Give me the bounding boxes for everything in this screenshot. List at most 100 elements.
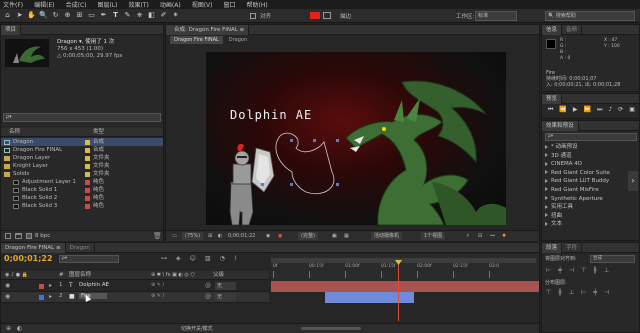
effect-category[interactable]: 实用工具 <box>545 203 637 212</box>
audio-icon[interactable]: ♪ <box>608 106 612 114</box>
interpret-footage-icon[interactable] <box>5 233 11 239</box>
zoom-tool-icon[interactable]: 🔍 <box>39 11 48 20</box>
column-layer-name[interactable]: 图层名称 <box>69 271 91 279</box>
transparency-grid-icon[interactable]: ▦ <box>344 233 349 239</box>
exposure-icon[interactable]: ✹ <box>502 233 506 239</box>
last-frame-icon[interactable]: ⏭ <box>597 106 602 114</box>
expand-triangle-icon[interactable] <box>545 170 548 175</box>
tab-info[interactable]: 信息 <box>542 24 563 35</box>
comp-title-text[interactable]: Dolphin AE <box>230 108 312 122</box>
expand-triangle-icon[interactable] <box>545 213 548 218</box>
type-tool-icon[interactable]: T <box>111 11 120 20</box>
tab-dragon[interactable]: Dragon <box>66 242 95 253</box>
flowchart-icon[interactable]: ⊶ <box>490 233 495 239</box>
menu-effect[interactable]: 效果(T) <box>129 0 149 9</box>
stamp-tool-icon[interactable]: ⎈ <box>135 11 144 20</box>
label-color-swatch[interactable] <box>85 179 90 185</box>
rotate-tool-icon[interactable]: ↻ <box>51 11 60 20</box>
label-color-swatch[interactable] <box>85 139 90 145</box>
grid-icon[interactable]: ⊞ <box>208 233 212 239</box>
project-search-input[interactable]: ρ▾ <box>3 113 161 122</box>
menu-view[interactable]: 视图(V) <box>192 0 213 9</box>
motion-blur-icon[interactable]: ◔ <box>220 255 225 262</box>
bpc-label[interactable]: 8 bpc <box>35 232 50 240</box>
brush-tool-icon[interactable]: ✎ <box>123 11 132 20</box>
current-time-indicator[interactable] <box>398 261 399 321</box>
menu-animation[interactable]: 动画(A) <box>160 0 181 9</box>
comp-flowchart-icon[interactable]: ⊶ <box>161 255 167 262</box>
distribute-top-icon[interactable]: ⊤ <box>546 289 551 296</box>
effect-category[interactable]: Red Giant Color Suite <box>545 169 637 178</box>
parent-select[interactable]: 无 <box>215 282 237 290</box>
tab-preview[interactable]: 预览 <box>542 93 563 104</box>
channel-icon[interactable]: ◐ <box>218 233 222 239</box>
tab-dragon-fire-final[interactable]: Dragon Fire FINAL ≡ <box>1 242 66 253</box>
project-item[interactable]: Black Solid 1 纯色 <box>1 186 163 194</box>
distribute-right-icon[interactable]: ⊣ <box>604 289 609 296</box>
label-color-swatch[interactable] <box>85 195 90 201</box>
expand-triangle-icon[interactable] <box>545 153 548 158</box>
effect-category[interactable]: Synthetic Aperture <box>545 195 637 204</box>
fast-preview-icon[interactable]: ⚡ <box>466 233 470 239</box>
frame-blend-icon[interactable]: ▥ <box>205 255 211 262</box>
menu-composition[interactable]: 合成(C) <box>66 0 87 9</box>
label-color-swatch[interactable] <box>85 203 90 209</box>
next-frame-icon[interactable]: ⏩ <box>584 106 591 114</box>
label-color-swatch[interactable] <box>85 147 90 153</box>
trash-icon[interactable]: 🗑 <box>153 232 162 240</box>
track-bar-fire[interactable] <box>325 292 414 303</box>
align-checkbox[interactable] <box>250 13 256 19</box>
fill-color-swatch[interactable] <box>310 12 320 19</box>
roi-icon[interactable]: ▣ <box>332 233 337 239</box>
menu-edit[interactable]: 编辑(E) <box>34 0 54 9</box>
help-search-input[interactable]: 🔍 搜索帮助 <box>545 11 635 21</box>
camera-tool-icon[interactable]: ⊕ <box>63 11 72 20</box>
graph-editor-icon[interactable]: ⌇ <box>234 255 237 262</box>
effect-category[interactable]: Red Giant LUT Buddy <box>545 177 637 186</box>
layer-switches[interactable]: ⊕ ✎ / <box>151 282 164 288</box>
visibility-eye-icon[interactable]: ◉ <box>5 282 10 289</box>
zoom-slider[interactable] <box>301 327 361 330</box>
comp-viewer-canvas[interactable]: Dolphin AE <box>206 52 506 225</box>
toggle-switches-modes[interactable]: 切换开关/模式 <box>181 325 213 333</box>
timeline-layer-row[interactable]: ◉ ▸ 1 T Dolphin AE ⊕ ✎ / @ 无 <box>1 281 269 292</box>
column-type[interactable]: 类型 <box>93 128 104 136</box>
expand-triangle-icon[interactable] <box>545 161 548 166</box>
effects-search-input[interactable]: ρ▾ <box>545 133 637 141</box>
project-item[interactable]: Black Solid 3 纯色 <box>1 202 163 210</box>
align-center-v-icon[interactable]: ╫ <box>593 267 597 274</box>
expand-triangle-icon[interactable]: ▸ <box>49 293 52 300</box>
loop-icon[interactable]: ⟳ <box>618 106 623 114</box>
effect-category[interactable]: CINEMA 4D <box>545 160 637 169</box>
tab-audio[interactable]: 音频 <box>562 24 583 35</box>
pan-behind-tool-icon[interactable]: ⊞ <box>75 11 84 20</box>
new-comp-icon[interactable] <box>26 233 32 239</box>
expand-triangle-icon[interactable] <box>545 178 548 183</box>
layer-switches[interactable]: ⊕ ✎ / <box>151 293 164 299</box>
selection-tool-icon[interactable]: ➤ <box>15 11 24 20</box>
eraser-tool-icon[interactable]: ◧ <box>147 11 156 20</box>
align-center-h-icon[interactable]: ╪ <box>558 267 562 274</box>
breadcrumb-dragon[interactable]: Dragon <box>225 36 251 44</box>
comp-timecode[interactable]: 0;00;01;22 <box>228 232 255 240</box>
tab-effects-presets[interactable]: 效果和预设 <box>542 120 579 131</box>
distribute-left-icon[interactable]: ⊢ <box>581 289 586 296</box>
expand-triangle-icon[interactable] <box>545 187 548 192</box>
ram-preview-icon[interactable]: ▣ <box>629 106 635 114</box>
expand-triangle-icon[interactable] <box>545 196 548 201</box>
workspace-select[interactable]: 标准 <box>475 11 517 21</box>
align-to-select[interactable]: 合成 <box>590 255 635 263</box>
effect-category[interactable]: 3D 通道 <box>545 152 637 161</box>
av-features-icon[interactable]: ◉ ♪ ● 🔒 <box>5 272 28 278</box>
layer-name[interactable]: Dolphin AE <box>79 282 109 288</box>
menu-help[interactable]: 帮助(H) <box>247 0 268 9</box>
effect-category[interactable]: 文本 <box>545 220 637 229</box>
modes-toggle-icon[interactable]: ◐ <box>17 325 22 332</box>
effect-category[interactable]: 扭曲 <box>545 212 637 221</box>
align-top-icon[interactable]: ⊤ <box>581 267 586 274</box>
effect-category[interactable]: Red Giant MisFire <box>545 186 637 195</box>
expand-triangle-icon[interactable]: ▸ <box>49 282 52 289</box>
project-item[interactable]: Black Solid 2 纯色 <box>1 194 163 202</box>
project-item[interactable]: Adjustment Layer 1 纯色 <box>1 178 163 186</box>
mask-tool-icon[interactable]: ▭ <box>87 11 96 20</box>
